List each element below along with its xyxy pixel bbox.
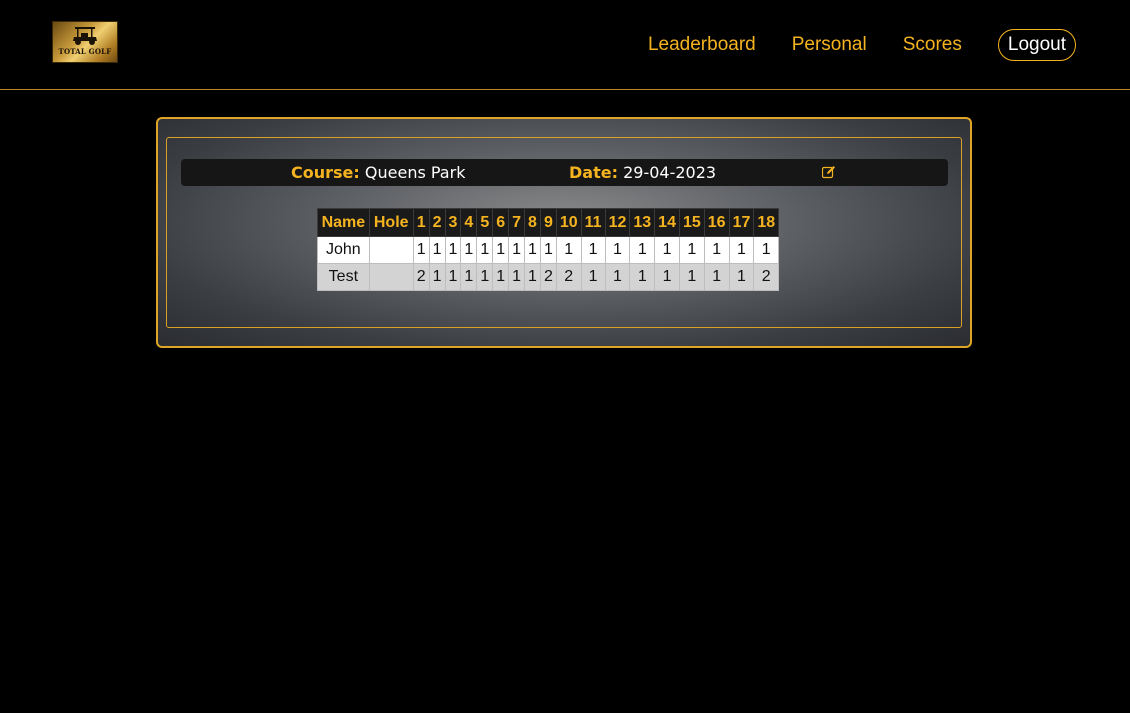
- main-nav: Leaderboard Personal Scores Logout: [648, 29, 1076, 61]
- score-cell: 1: [428, 236, 446, 264]
- score-cell: 1: [412, 236, 430, 264]
- score-cell: 1: [539, 236, 557, 264]
- header-hole-2: 2: [428, 208, 446, 237]
- score-cell: 2: [412, 263, 430, 291]
- score-cell: 1: [492, 236, 510, 264]
- score-cell: 1: [654, 236, 680, 264]
- score-cell: 1: [555, 236, 582, 264]
- course-info: Course: Queens Park: [291, 163, 465, 182]
- score-cell: 1: [460, 236, 478, 264]
- score-cell: 1: [460, 263, 478, 291]
- scorecard-panel: Course: Queens Park Date: 29-04-2023 Nam…: [156, 117, 972, 348]
- score-cell: 1: [492, 263, 510, 291]
- logo[interactable]: TOTAL GOLF: [52, 21, 118, 63]
- header-hole-3: 3: [444, 208, 462, 237]
- nav-scores[interactable]: Scores: [903, 34, 962, 56]
- score-cell: 1: [604, 236, 631, 264]
- score-cell: 1: [476, 263, 494, 291]
- table-header-row: Name Hole 1 2 3 4 5 6 7 8 9 10 11 12 13 14 15 16 17 18: [317, 208, 780, 237]
- score-cell: 1: [580, 263, 606, 291]
- date-info: Date: 29-04-2023: [569, 163, 716, 182]
- score-cell: 1: [654, 263, 680, 291]
- score-cell: 1: [728, 263, 755, 291]
- header-hole-14: 14: [654, 208, 680, 237]
- score-cell: 2: [555, 263, 582, 291]
- header-hole-6: 6: [492, 208, 510, 237]
- score-cell: 1: [703, 263, 730, 291]
- course-value: Queens Park: [364, 163, 466, 182]
- course-label: Course:: [291, 163, 360, 182]
- score-cell: 1: [629, 236, 656, 264]
- logo-text: TOTAL GOLF: [58, 47, 112, 56]
- nav-personal[interactable]: Personal: [792, 34, 867, 56]
- header-hole-8: 8: [524, 208, 541, 237]
- header-hole-9: 9: [539, 208, 557, 237]
- score-cell: 2: [539, 263, 557, 291]
- score-cell: 1: [524, 236, 541, 264]
- table-row: John 1 1 1 1 1 1 1 1 1 1 1 1 1 1 1 1 1 1: [317, 236, 780, 264]
- nav-leaderboard[interactable]: Leaderboard: [648, 34, 756, 56]
- table-body: John 1 1 1 1 1 1 1 1 1 1 1 1 1 1 1 1 1 1 Test 2 1 1 1 1 1 1 1 2 2 1 1 1 1…: [317, 236, 780, 291]
- score-cell: 1: [678, 263, 705, 291]
- header-hole-4: 4: [460, 208, 478, 237]
- score-cell: 1: [604, 263, 631, 291]
- score-cell: 1: [703, 236, 730, 264]
- header-hole-5: 5: [476, 208, 494, 237]
- header-hole-11: 11: [580, 208, 606, 237]
- scores-table: Name Hole 1 2 3 4 5 6 7 8 9 10 11 12 13 14 15 16 17 18 John…: [317, 208, 780, 291]
- header: TOTAL GOLF Leaderboard Personal Scores L…: [0, 0, 1130, 90]
- scorecard-inner: Course: Queens Park Date: 29-04-2023 Nam…: [166, 137, 962, 328]
- edit-icon[interactable]: [822, 165, 836, 179]
- header-hole-7: 7: [508, 208, 526, 237]
- score-cell: 1: [444, 236, 462, 264]
- header-hole-16: 16: [703, 208, 730, 237]
- score-cell: 2: [753, 263, 780, 291]
- logout-button[interactable]: Logout: [997, 29, 1076, 61]
- header-name: Name: [317, 208, 370, 237]
- score-cell: 1: [476, 236, 494, 264]
- header-hole-15: 15: [678, 208, 705, 237]
- logout-label: Logout: [1007, 34, 1066, 55]
- score-cell: 1: [629, 263, 656, 291]
- header-hole-10: 10: [555, 208, 582, 237]
- score-cell: 1: [508, 236, 526, 264]
- header-hole-1: 1: [412, 208, 430, 237]
- player-name-cell: John: [317, 236, 370, 264]
- player-name-cell: Test: [317, 263, 370, 291]
- hole-cell: [368, 263, 414, 291]
- date-value: 29-04-2023: [623, 163, 717, 182]
- header-hole: Hole: [368, 208, 414, 237]
- score-cell: 1: [444, 263, 462, 291]
- score-cell: 1: [428, 263, 446, 291]
- header-hole-17: 17: [728, 208, 755, 237]
- score-cell: 1: [678, 236, 705, 264]
- table-row: Test 2 1 1 1 1 1 1 1 2 2 1 1 1 1 1 1 1 2: [317, 263, 780, 291]
- score-cell: 1: [753, 236, 780, 264]
- golf-cart-icon: [73, 27, 97, 45]
- header-hole-12: 12: [604, 208, 631, 237]
- score-cell: 1: [728, 236, 755, 264]
- score-cell: 1: [508, 263, 526, 291]
- header-hole-13: 13: [629, 208, 656, 237]
- hole-cell: [368, 236, 414, 264]
- score-cell: 1: [524, 263, 541, 291]
- score-cell: 1: [580, 236, 606, 264]
- header-hole-18: 18: [753, 208, 780, 237]
- round-info-bar: Course: Queens Park Date: 29-04-2023: [181, 159, 948, 186]
- date-label: Date:: [569, 163, 618, 182]
